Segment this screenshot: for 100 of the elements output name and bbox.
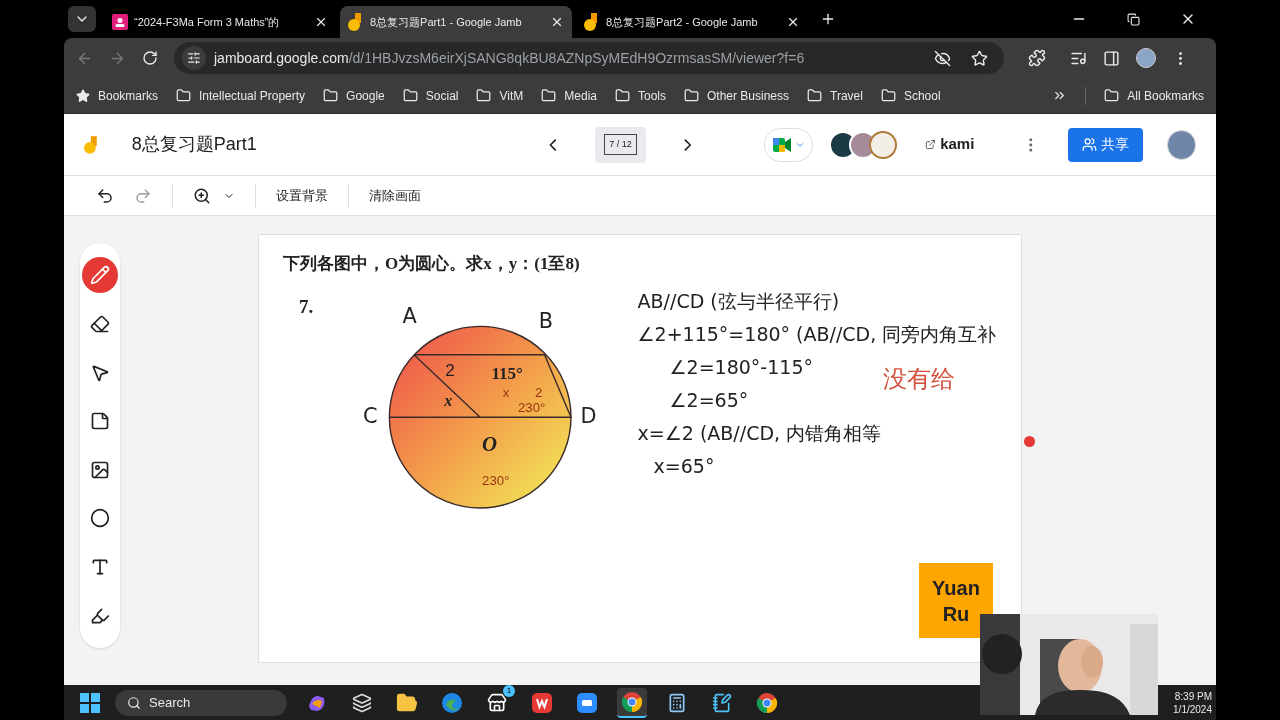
kami-logo[interactable]: kami (940, 133, 975, 156)
annotation: 230° (518, 399, 546, 415)
extensions-icon[interactable] (1028, 49, 1046, 67)
folder-icon (807, 88, 823, 103)
bookmarks-button[interactable]: Bookmarks (76, 86, 159, 105)
edge-icon (441, 691, 463, 714)
folder-icon (176, 88, 192, 103)
collaborator-avatar (869, 130, 898, 159)
video-call-icon (576, 691, 598, 714)
bookmark-folder[interactable]: VitM (476, 86, 524, 105)
point-label: B (539, 308, 554, 333)
profile-avatar[interactable] (1136, 48, 1156, 68)
bookmark-folder[interactable]: Intellectual Property (176, 86, 306, 105)
point-label: C (363, 403, 378, 428)
jamboard-logo-icon (584, 13, 600, 31)
pen-icon (90, 265, 110, 286)
tab-title: “2024-F3Ma Form 3 Maths”的 (134, 14, 281, 30)
taskbar-app[interactable]: 1 (482, 687, 512, 718)
point-label: D (580, 403, 597, 428)
folder-icon (1104, 88, 1120, 103)
new-tab-icon[interactable] (820, 11, 836, 27)
external-link-icon (925, 139, 937, 150)
browser-tab[interactable]: 8总复习题Part2 - Google Jamb (576, 6, 808, 38)
bookmark-star-icon[interactable] (971, 49, 988, 67)
folder-icon (402, 88, 418, 103)
search-field[interactable]: Search (115, 689, 287, 716)
close-icon[interactable] (786, 15, 800, 29)
sticky-note: Yuan Ru (919, 563, 993, 638)
close-icon[interactable] (314, 15, 328, 29)
eraser-icon (90, 313, 110, 334)
reload-icon[interactable] (142, 50, 158, 66)
annotation: 2 (535, 384, 543, 400)
handwritten-note: AB//CD (弦与半径平行) (637, 289, 840, 314)
text-box-icon (90, 557, 110, 578)
angle-label: 2 (445, 360, 456, 380)
annotation: x (503, 384, 510, 400)
bookmark-folder[interactable]: School (880, 86, 941, 105)
chrome-icon (621, 690, 643, 713)
handwritten-note: ∠2+115°=180° (AB//CD, 同旁内角互补 (637, 322, 997, 347)
browser-tab[interactable]: 8总复习题Part1 - Google Jamb (340, 6, 572, 38)
wps-icon (531, 691, 553, 714)
side-panel-icon[interactable] (1103, 49, 1120, 67)
task-view-icon (352, 692, 372, 713)
board-title[interactable]: 8总复习题Part1 (131, 131, 544, 158)
handwritten-note: ∠2=180°-115° (669, 355, 813, 380)
tab-title: 8总复习题Part1 - Google Jamb (370, 14, 523, 30)
handwritten-note: x=65° (653, 454, 715, 479)
circle-icon (90, 508, 110, 529)
folder-icon (396, 691, 418, 714)
zoom-in-icon (193, 186, 211, 205)
angle-label: 115° (491, 363, 524, 383)
taskbar-app[interactable] (617, 687, 647, 718)
point-label: A (403, 303, 418, 328)
bookmark-folder[interactable]: Other Business (684, 86, 790, 105)
restore-icon[interactable] (1127, 12, 1140, 26)
store-icon (487, 692, 507, 713)
account-avatar[interactable] (1166, 129, 1196, 160)
jamboard-logo-icon (84, 135, 100, 154)
folder-icon (541, 88, 557, 103)
toolbar-button[interactable]: 设置背景 (276, 185, 328, 206)
folder-icon (880, 88, 896, 103)
zoom-button[interactable] (193, 186, 235, 205)
undo-icon[interactable] (96, 186, 114, 205)
address-bar[interactable]: jamboard.google.com/d/1HBJvzsM6eirXjSANG8qkBU8AZNpSyMEdH9OzrmsasSM/viewer?f=6 (174, 42, 1004, 74)
redo-icon[interactable] (134, 186, 152, 205)
bookmark-folder[interactable]: Travel (807, 86, 863, 105)
search-icon (127, 695, 141, 710)
eye-off-icon[interactable] (934, 49, 951, 67)
folder-icon (476, 88, 492, 103)
point-label: O (482, 431, 498, 455)
video-camera-icon (772, 137, 791, 152)
close-icon[interactable] (550, 15, 564, 29)
clock-time: 8:39 PM (1174, 689, 1212, 703)
bookmark-folder[interactable]: Media (541, 86, 597, 105)
notepad-icon (712, 692, 732, 713)
handwritten-note: x=∠2 (AB//CD, 内错角相等 (637, 421, 882, 446)
sticky-note-icon (90, 411, 110, 432)
frame-counter-button[interactable]: 7 / 12 (595, 126, 647, 163)
laser-icon (90, 605, 110, 626)
star-icon (76, 88, 90, 103)
handwritten-remark: 没有给 (882, 363, 955, 395)
bookmark-folder[interactable]: Social (402, 86, 459, 105)
annotation: 230° (482, 472, 510, 488)
classroom-icon (112, 14, 128, 30)
browser-tab[interactable]: “2024-F3Ma Form 3 Maths”的 (104, 6, 336, 38)
chrome-icon (756, 691, 778, 714)
windows-icon[interactable] (80, 692, 100, 713)
question-heading: 下列各图中，O为圆心。求x，y：(1至8) (283, 253, 581, 275)
calculator-icon (667, 692, 687, 713)
image-icon (90, 459, 110, 480)
angle-label: x (444, 391, 453, 409)
bookmark-folder[interactable]: Google (323, 86, 385, 105)
site-info-icon[interactable] (187, 51, 201, 65)
toolbar-button[interactable]: 清除画面 (369, 185, 421, 206)
tab-list-button[interactable] (68, 6, 96, 32)
share-button[interactable]: 共享 (1068, 127, 1143, 162)
bookmark-folder[interactable]: Tools (614, 86, 666, 105)
handwritten-note: ∠2=65° (669, 388, 749, 413)
bookmark-folder[interactable]: All Bookmarks (1104, 86, 1204, 105)
jamboard-logo-icon (348, 13, 364, 31)
